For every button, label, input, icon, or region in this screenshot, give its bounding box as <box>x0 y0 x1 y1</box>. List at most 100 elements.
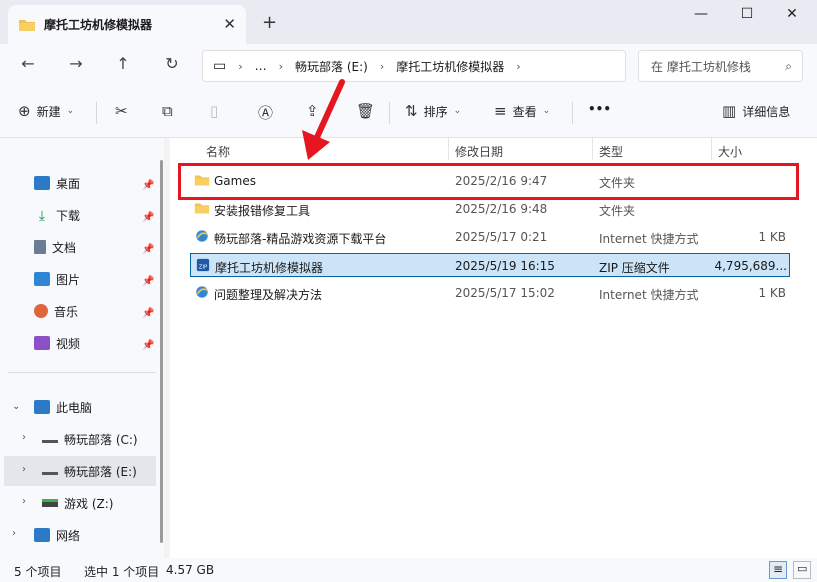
computer-icon <box>34 400 50 414</box>
title-bar: 摩托工坊机修模拟器 ✕ + — ☐ ✕ <box>0 0 817 44</box>
tiles-view-button[interactable]: ▭ <box>793 561 811 579</box>
address-bar[interactable]: ▭ › … › 畅玩部落 (E:) › 摩托工坊机修模拟器 › <box>202 50 626 82</box>
scissors-icon: ✂ <box>115 102 128 120</box>
delete-button[interactable]: 🗑 <box>356 102 381 120</box>
rename-button[interactable]: Ⓐ <box>258 102 279 123</box>
file-date: 2025/5/17 15:02 <box>455 286 555 300</box>
breadcrumb-more[interactable]: … <box>255 59 267 73</box>
picture-icon <box>34 272 50 286</box>
chevron-right-icon[interactable]: › <box>12 528 16 539</box>
trash-icon: 🗑 <box>356 102 376 120</box>
copy-button[interactable]: ⧉ <box>162 102 179 120</box>
breadcrumb-separator[interactable]: › <box>238 60 242 73</box>
command-bar: ⊕ 新建 ⌄ ✂ ⧉ ▯ Ⓐ ⇪ 🗑 ⇅ 排序 ⌄ ≡ 查看 ⌄ ••• ▥ 详… <box>0 88 817 138</box>
sidebar-item-downloads[interactable]: ⤓ 下载 <box>34 200 190 230</box>
search-icon[interactable]: ⌕ <box>785 59 792 74</box>
sort-icon: ⇅ <box>405 102 418 120</box>
sidebar-item-label: 畅玩部落 (C:) <box>64 432 138 447</box>
svg-text:ZIP: ZIP <box>199 265 207 271</box>
maximize-button[interactable]: ☐ <box>732 6 762 22</box>
file-type: ZIP 压缩文件 <box>599 261 670 275</box>
search-box[interactable]: 在 摩托工坊机修栈 ⌕ <box>638 50 803 82</box>
sidebar-item-label: 游戏 (Z:) <box>64 496 114 511</box>
navigation-pane: 桌面 📌 ⤓ 下载 📌 文档 📌 图片 📌 音乐 📌 视频 📌 ⌄ 此电脑 › … <box>0 138 164 558</box>
breadcrumb-drive[interactable]: 畅玩部落 (E:) <box>295 58 368 75</box>
pin-icon[interactable]: 📌 <box>142 180 160 191</box>
more-label: ••• <box>588 102 612 116</box>
pin-icon[interactable]: 📌 <box>142 276 160 287</box>
pin-icon[interactable]: 📌 <box>142 244 160 255</box>
details-pane-button[interactable]: ▥ 详细信息 <box>722 102 790 120</box>
sort-label: 排序 <box>423 104 448 119</box>
minimize-button[interactable]: — <box>686 6 716 22</box>
sidebar-item-this-pc[interactable]: 此电脑 <box>34 392 190 422</box>
sidebar-scrollbar[interactable] <box>160 160 163 543</box>
sidebar-item-desktop[interactable]: 桌面 <box>34 168 190 198</box>
sidebar-item-pictures[interactable]: 图片 <box>34 264 190 294</box>
breadcrumb-separator[interactable]: › <box>279 60 283 73</box>
column-divider[interactable] <box>711 138 712 160</box>
paste-button[interactable]: ▯ <box>210 102 224 120</box>
sidebar-item-music[interactable]: 音乐 <box>34 296 190 326</box>
close-window-button[interactable]: ✕ <box>777 6 807 22</box>
table-row[interactable]: 畅玩部落-精品游戏资源下载平台 2025/5/17 0:21 Internet … <box>190 225 790 249</box>
file-name: 畅玩部落-精品游戏资源下载平台 <box>214 232 387 246</box>
file-date: 2025/5/17 0:21 <box>455 230 548 244</box>
sidebar-item-label: 音乐 <box>54 304 79 319</box>
back-button[interactable]: ← <box>16 54 40 73</box>
internet-shortcut-icon <box>196 230 208 242</box>
pin-icon[interactable]: 📌 <box>142 212 160 223</box>
sidebar-item-drive-e[interactable]: 畅玩部落 (E:) <box>4 456 156 486</box>
table-row[interactable]: 问题整理及解决方法 2025/5/17 15:02 Internet 快捷方式 … <box>190 281 790 305</box>
sidebar-item-label: 文档 <box>52 240 77 255</box>
music-icon <box>34 304 48 318</box>
breadcrumb-folder[interactable]: 摩托工坊机修模拟器 <box>396 58 504 75</box>
download-icon: ⤓ <box>38 208 46 224</box>
toolbar-divider <box>572 102 573 124</box>
selected-size: 4.57 GB <box>166 563 215 577</box>
forward-button[interactable]: → <box>64 54 88 73</box>
more-options-button[interactable]: ••• <box>588 102 611 116</box>
chevron-down-icon[interactable]: ⌄ <box>12 401 20 412</box>
column-header-size[interactable]: 大小 <box>718 143 742 160</box>
pin-icon[interactable]: 📌 <box>142 340 160 351</box>
folder-icon <box>19 19 35 31</box>
zip-file-icon: ZIP <box>196 258 210 272</box>
table-row-selected[interactable]: ZIP 摩托工坊机修模拟器 2025/5/19 16:15 ZIP 压缩文件 4… <box>190 253 790 277</box>
folder-icon <box>194 203 210 214</box>
column-header-date[interactable]: 修改日期 <box>455 143 503 160</box>
table-row[interactable]: 安装报错修复工具 2025/2/16 9:48 文件夹 <box>190 197 790 221</box>
view-button[interactable]: ≡ 查看 ⌄ <box>494 102 550 120</box>
chevron-right-icon[interactable]: › <box>22 496 26 507</box>
sidebar-item-label: 畅玩部落 (E:) <box>64 464 137 479</box>
pin-icon[interactable]: 📌 <box>142 308 160 319</box>
new-button[interactable]: ⊕ 新建 ⌄ <box>18 102 74 120</box>
sidebar-item-network[interactable]: 网络 <box>34 520 190 550</box>
tab-current[interactable]: 摩托工坊机修模拟器 ✕ <box>8 5 246 44</box>
tab-close-icon[interactable]: ✕ <box>223 15 236 33</box>
new-tab-button[interactable]: + <box>262 12 277 33</box>
column-divider[interactable] <box>448 138 449 160</box>
this-pc-icon[interactable]: ▭ <box>213 58 226 74</box>
sort-button[interactable]: ⇅ 排序 ⌄ <box>405 102 461 120</box>
search-input[interactable]: 在 摩托工坊机修栈 <box>651 58 751 75</box>
breadcrumb-separator[interactable]: › <box>380 60 384 73</box>
breadcrumb-separator[interactable]: › <box>516 60 520 73</box>
new-label: 新建 <box>36 104 61 119</box>
view-label: 查看 <box>512 104 537 119</box>
up-button[interactable]: ↑ <box>111 54 135 73</box>
cut-button[interactable]: ✂ <box>115 102 134 120</box>
file-size: 1 KB <box>758 230 786 244</box>
status-bar: 5 个项目 选中 1 个项目 4.57 GB ≡ ▭ <box>0 558 817 582</box>
details-view-button[interactable]: ≡ <box>769 561 787 579</box>
sidebar-item-videos[interactable]: 视频 <box>34 328 190 358</box>
chevron-right-icon[interactable]: › <box>22 464 26 475</box>
column-header-type[interactable]: 类型 <box>599 143 623 160</box>
sidebar-item-documents[interactable]: 文档 <box>34 232 190 262</box>
refresh-button[interactable]: ↻ <box>160 54 184 73</box>
column-header-name[interactable]: 名称 <box>206 143 230 160</box>
column-divider[interactable] <box>592 138 593 160</box>
document-icon <box>34 240 46 254</box>
file-type: Internet 快捷方式 <box>599 232 699 246</box>
chevron-right-icon[interactable]: › <box>22 432 26 443</box>
